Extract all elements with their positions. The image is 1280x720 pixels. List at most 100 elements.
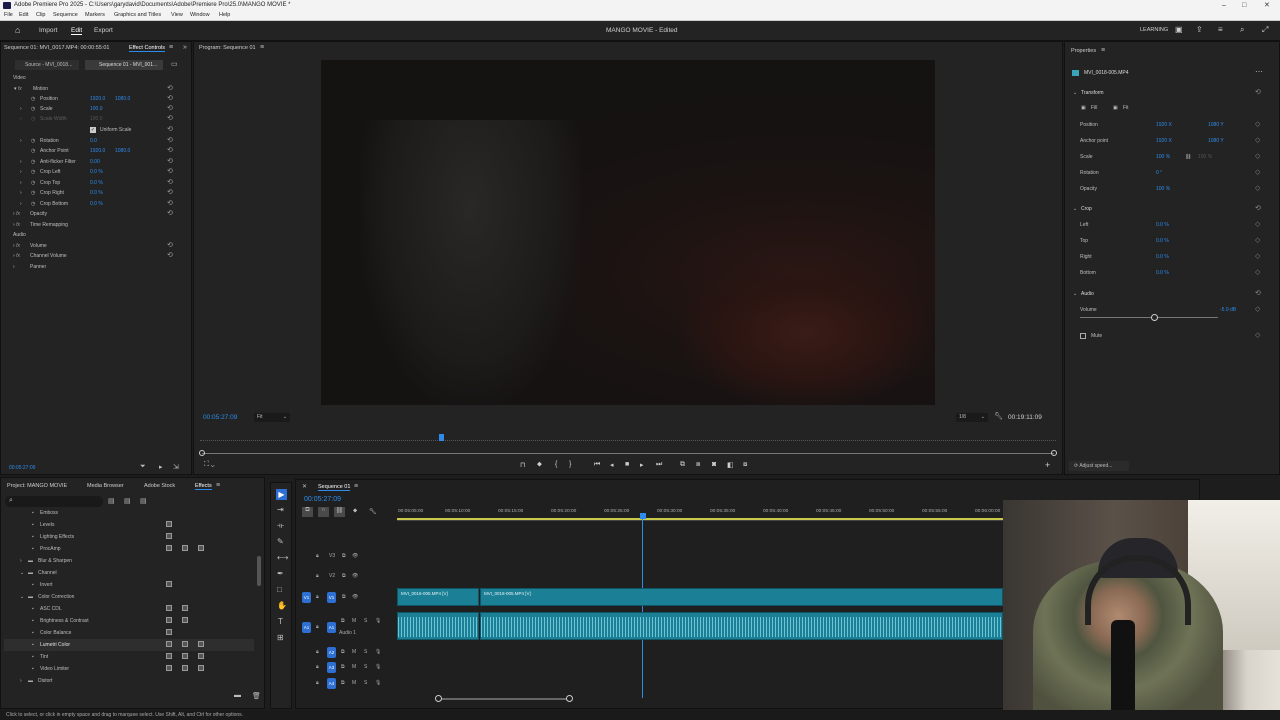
mic-icon[interactable]: 🎙︎: [375, 680, 381, 686]
sync-icon[interactable]: ⧉: [342, 553, 346, 559]
keyframe-icon[interactable]: ◇: [1255, 252, 1260, 260]
menu-edit[interactable]: Edit: [19, 12, 28, 18]
more-icon[interactable]: ⋯: [1255, 67, 1263, 76]
ec-opacity[interactable]: › fx Opacity ⟲: [5, 209, 180, 219]
track-a1-target[interactable]: A1: [327, 622, 336, 633]
razor-icon[interactable]: ✎: [277, 537, 284, 546]
menu-markers[interactable]: Markers: [85, 12, 105, 18]
scale-value[interactable]: 100.0: [90, 106, 103, 112]
link-icon[interactable]: ⛓︎: [1185, 154, 1191, 160]
effect-item[interactable]: ▪ Emboss: [4, 507, 254, 519]
prop-scale[interactable]: Scale 100 % ⛓︎ 100 % ◇: [1070, 151, 1270, 163]
solo-icon[interactable]: S: [364, 649, 367, 655]
play-audio-icon[interactable]: ▸: [159, 463, 163, 471]
keyframe-icon[interactable]: ◇: [1255, 152, 1260, 160]
keyframe-icon[interactable]: ◇: [1255, 236, 1260, 244]
audio-section[interactable]: ⌄ Audio ⟲: [1070, 288, 1270, 300]
lock-icon[interactable]: 🔒︎: [316, 594, 319, 600]
mic-icon[interactable]: 🎙︎: [375, 618, 381, 624]
type-icon[interactable]: T: [278, 617, 283, 626]
uniform-scale-checkbox[interactable]: ✓: [90, 127, 96, 133]
mark-in-icon[interactable]: {: [555, 461, 557, 468]
import-tab[interactable]: Import: [39, 27, 57, 34]
prop-bottom[interactable]: Bottom 0.0 % ◇: [1070, 267, 1270, 279]
effect-item[interactable]: ▪ Levels: [4, 519, 254, 531]
menu-window[interactable]: Window: [190, 12, 210, 18]
effects-scrollbar[interactable]: [257, 556, 261, 586]
yuv-icon[interactable]: ▤: [140, 497, 147, 505]
reset-icon[interactable]: ⟲: [167, 199, 173, 207]
sync-icon[interactable]: ⧉: [341, 680, 345, 686]
audio-clip-2[interactable]: [480, 612, 1003, 640]
lock-icon[interactable]: 🔒︎: [316, 664, 319, 670]
ec-tab[interactable]: Effect Controls: [129, 45, 165, 52]
tab-media-browser[interactable]: Media Browser: [87, 483, 124, 489]
effect-folder[interactable]: › ▬ Distort: [4, 675, 254, 687]
multicam-icon[interactable]: ⧇: [743, 461, 747, 469]
prop-position-x[interactable]: 1920 X: [1156, 122, 1172, 128]
program-timecode[interactable]: 00:05:27:09: [203, 414, 237, 421]
scroll-handle-left[interactable]: [435, 695, 442, 702]
zoom-handle-right[interactable]: [1051, 450, 1057, 456]
keyframe-icon[interactable]: ◇: [1255, 136, 1260, 144]
sync-icon[interactable]: ⧉: [341, 649, 345, 655]
timeline-wrench-icon[interactable]: 🔧︎: [369, 508, 377, 515]
reset-icon[interactable]: ⟲: [167, 251, 173, 259]
track-a3-target[interactable]: A3: [327, 662, 336, 673]
fill-icon[interactable]: ▣: [1081, 105, 1086, 111]
step-forward-icon[interactable]: ▸: [640, 461, 644, 469]
keyframe-icon[interactable]: ◇: [1255, 305, 1260, 313]
anchor-y-value[interactable]: 1080.0: [115, 148, 130, 154]
filter-icon[interactable]: ⏷: [140, 463, 146, 471]
track-a2-target[interactable]: A2: [327, 647, 336, 658]
reset-icon[interactable]: ⟲: [1255, 88, 1261, 96]
mute-icon[interactable]: M: [352, 664, 356, 670]
reset-icon[interactable]: ⟲: [167, 94, 173, 102]
reset-icon[interactable]: ⟲: [167, 167, 173, 175]
monitor-time-ruler[interactable]: [200, 435, 1056, 441]
reset-icon[interactable]: ⟲: [167, 188, 173, 196]
track-v1-header[interactable]: V1 🔒︎ V1 ⧉ 👁︎: [296, 591, 396, 605]
keyframe-icon[interactable]: ◇: [1255, 168, 1260, 176]
reset-icon[interactable]: ⟲: [167, 157, 173, 165]
sync-icon[interactable]: ⧉: [341, 664, 345, 670]
zoom-handle-left[interactable]: [199, 450, 205, 456]
effect-folder[interactable]: ⌄ ▬ Channel: [4, 567, 254, 579]
learning-button[interactable]: LEARNING: [1140, 27, 1168, 33]
prop-volume-value[interactable]: -5.9 dB: [1220, 307, 1236, 313]
work-area-bar[interactable]: [397, 518, 1105, 520]
clip-view-icon[interactable]: ▭: [171, 60, 178, 68]
lift-icon[interactable]: ⊓: [520, 461, 525, 469]
eye-icon[interactable]: 👁︎: [352, 553, 358, 559]
keyframe-icon[interactable]: ◇: [1255, 184, 1260, 192]
prop-right-value[interactable]: 0.0 %: [1156, 254, 1169, 260]
panel-menu-icon[interactable]: ≡: [216, 482, 220, 489]
effect-item[interactable]: ▪ Invert: [4, 579, 254, 591]
edit-tab[interactable]: Edit: [71, 27, 83, 35]
rotation-value[interactable]: 0.0: [90, 138, 97, 144]
ec-panner[interactable]: › Panner: [5, 262, 180, 272]
crop-bottom-value[interactable]: 0.0 %: [90, 201, 103, 207]
step-back-icon[interactable]: ◂: [610, 461, 614, 469]
ec-timecode[interactable]: 00:05:27:09: [9, 465, 35, 471]
solo-icon[interactable]: S: [364, 680, 367, 686]
ec-position[interactable]: ◷ Position 1920.0 1080.0 ⟲: [5, 94, 180, 104]
mute-icon[interactable]: M: [352, 649, 356, 655]
track-v1-source[interactable]: V1: [302, 592, 311, 603]
sequence-tab[interactable]: Sequence 01 - MVI_001...: [85, 60, 163, 70]
tab-effects[interactable]: Effects: [195, 483, 212, 490]
prop-left-value[interactable]: 0.0 %: [1156, 222, 1169, 228]
go-to-out-icon[interactable]: ⏭: [656, 461, 662, 469]
lock-icon[interactable]: 🔒︎: [316, 680, 319, 686]
eye-icon[interactable]: 👁︎: [352, 594, 358, 600]
selection-tool-icon[interactable]: ▶: [276, 489, 287, 500]
track-a4-target[interactable]: A4: [327, 678, 336, 689]
prop-anchor-x[interactable]: 1920 X: [1156, 138, 1172, 144]
scroll-handle-right[interactable]: [566, 695, 573, 702]
pen-icon[interactable]: ✒: [277, 569, 284, 578]
keyframe-icon[interactable]: ◇: [1255, 331, 1260, 339]
prop-top-value[interactable]: 0.0 %: [1156, 238, 1169, 244]
volume-slider-thumb[interactable]: [1151, 314, 1158, 321]
fullscreen-icon[interactable]: ≡: [1218, 25, 1223, 34]
prop-anchor[interactable]: Anchor point 1920 X 1080 Y ◇: [1070, 135, 1270, 147]
